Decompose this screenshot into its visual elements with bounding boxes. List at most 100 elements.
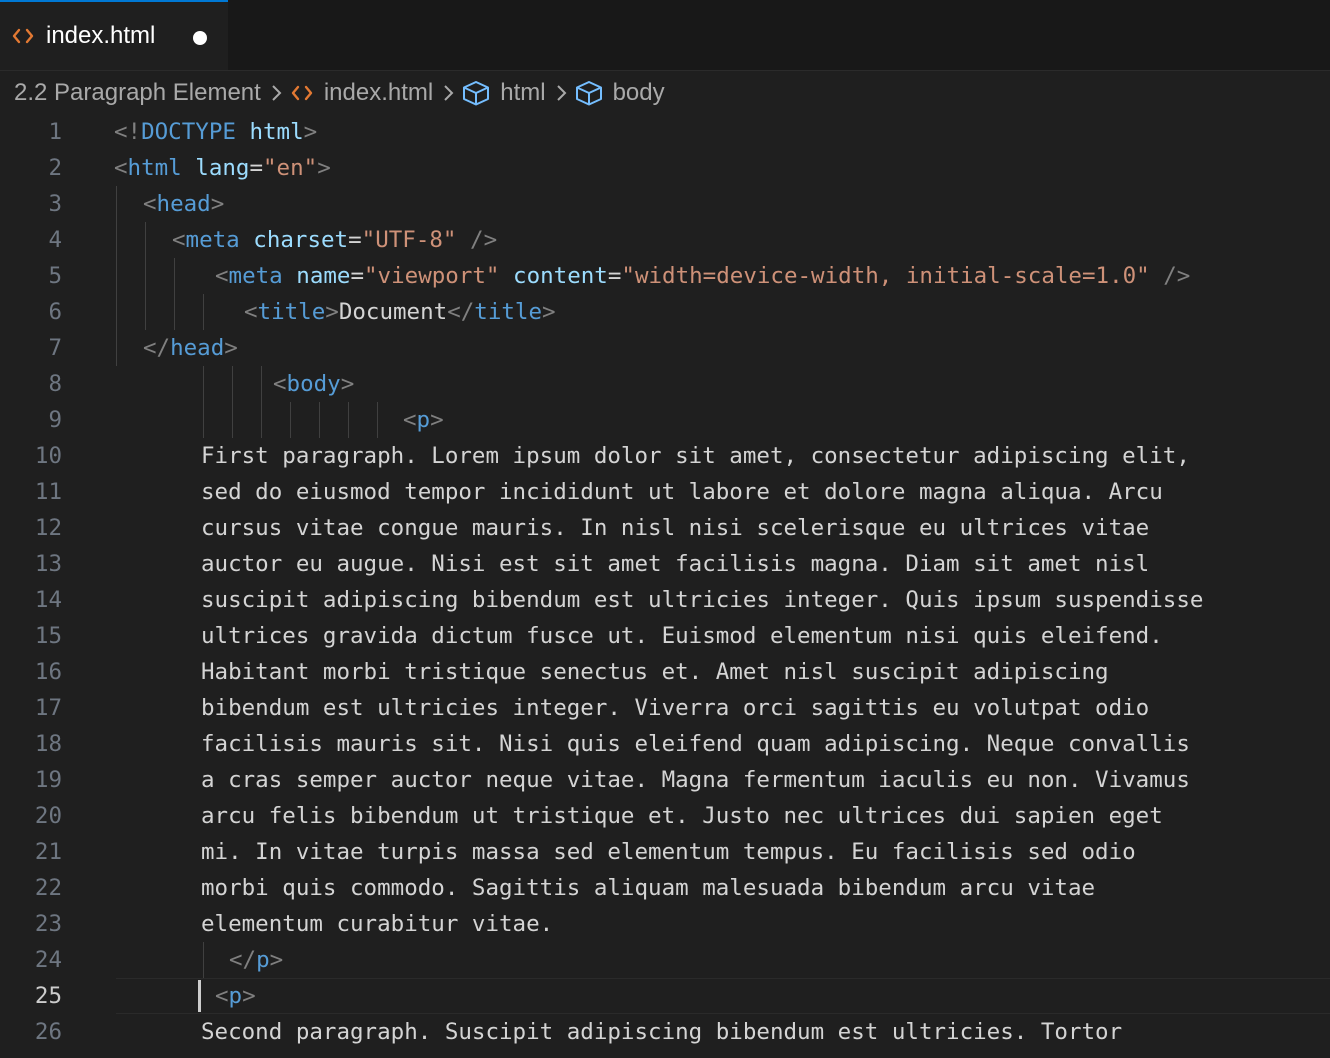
breadcrumb-html[interactable]: html bbox=[462, 79, 546, 107]
html-file-icon bbox=[12, 28, 34, 44]
breadcrumb-folder-label: 2.2 Paragraph Element bbox=[14, 79, 261, 106]
line-number[interactable]: 3 bbox=[0, 186, 62, 222]
line-number[interactable]: 23 bbox=[0, 906, 62, 942]
code-line[interactable]: 24 </p> bbox=[0, 942, 1330, 978]
line-number[interactable]: 16 bbox=[0, 654, 62, 690]
code-line[interactable]: 4 <meta charset="UTF-8" /> bbox=[0, 222, 1330, 258]
indent-guide bbox=[377, 402, 378, 438]
code-text: bibendum est ultricies integer. Viverra … bbox=[201, 695, 1150, 721]
code-line[interactable]: 22 morbi quis commodo. Sagittis aliquam m… bbox=[0, 870, 1330, 906]
code-text: suscipit adipiscing bibendum est ultrici… bbox=[201, 587, 1204, 613]
line-number[interactable]: 17 bbox=[0, 690, 62, 726]
indent-guide bbox=[203, 294, 204, 330]
indent-guide bbox=[174, 258, 175, 294]
code-text: ultrices gravida dictum fusce ut. Euismo… bbox=[201, 623, 1163, 649]
line-number[interactable]: 13 bbox=[0, 546, 62, 582]
current-line-highlight bbox=[116, 978, 1330, 1014]
code-line[interactable]: 5 <meta name="viewport" content="width=de… bbox=[0, 258, 1330, 294]
code-line[interactable]: 2 <html lang="en"> bbox=[0, 150, 1330, 186]
line-number[interactable]: 12 bbox=[0, 510, 62, 546]
indent-guide bbox=[348, 402, 349, 438]
code-line[interactable]: 20 arcu felis bibendum ut tristique et. J… bbox=[0, 798, 1330, 834]
code-line[interactable]: 7 </head> bbox=[0, 330, 1330, 366]
code-text: auctor eu augue. Nisi est sit amet facil… bbox=[201, 551, 1150, 577]
code-text: <body> bbox=[273, 371, 355, 397]
code-line[interactable]: 16 Habitant morbi tristique senectus et. … bbox=[0, 654, 1330, 690]
code-line[interactable]: 17 bibendum est ultricies integer. Viverr… bbox=[0, 690, 1330, 726]
line-number[interactable]: 1 bbox=[0, 114, 62, 150]
line-number[interactable]: 15 bbox=[0, 618, 62, 654]
line-number[interactable]: 10 bbox=[0, 438, 62, 474]
line-number[interactable]: 21 bbox=[0, 834, 62, 870]
line-number[interactable]: 9 bbox=[0, 402, 62, 438]
line-number[interactable]: 22 bbox=[0, 870, 62, 906]
breadcrumb-folder[interactable]: 2.2 Paragraph Element bbox=[14, 79, 261, 107]
line-number[interactable]: 8 bbox=[0, 366, 62, 402]
indent-guide bbox=[319, 402, 320, 438]
code-text: facilisis mauris sit. Nisi quis eleifend… bbox=[201, 731, 1190, 757]
code-text: <meta charset="UTF-8" /> bbox=[172, 227, 498, 253]
indent-guide bbox=[116, 186, 117, 222]
line-number[interactable]: 11 bbox=[0, 474, 62, 510]
code-text: sed do eiusmod tempor incididunt ut labo… bbox=[201, 479, 1163, 505]
indent-guide bbox=[203, 942, 204, 978]
code-line[interactable]: 18 facilisis mauris sit. Nisi quis eleife… bbox=[0, 726, 1330, 762]
code-line[interactable]: 1 <!DOCTYPE html> bbox=[0, 114, 1330, 150]
indent-guide bbox=[145, 294, 146, 330]
breadcrumb-body-label: body bbox=[612, 79, 665, 106]
code-editor[interactable]: 1 <!DOCTYPE html> 2 <html lang="en"> 3 <head>… bbox=[0, 114, 1330, 1058]
code-text: arcu felis bibendum ut tristique et. Jus… bbox=[201, 803, 1163, 829]
code-line[interactable]: 15 ultrices gravida dictum fusce ut. Euis… bbox=[0, 618, 1330, 654]
line-number[interactable]: 24 bbox=[0, 942, 62, 978]
code-line[interactable]: 19 a cras semper auctor neque vitae. Magn… bbox=[0, 762, 1330, 798]
indent-guide bbox=[174, 294, 175, 330]
code-line[interactable]: 9 <p> bbox=[0, 402, 1330, 438]
code-line[interactable]: 11 sed do eiusmod tempor incididunt ut la… bbox=[0, 474, 1330, 510]
breadcrumb: 2.2 Paragraph Element index.html html bo… bbox=[14, 76, 665, 110]
line-number[interactable]: 7 bbox=[0, 330, 62, 366]
code-line[interactable]: 26 Second paragraph. Suscipit adipiscing … bbox=[0, 1014, 1330, 1050]
line-number[interactable]: 20 bbox=[0, 798, 62, 834]
line-number[interactable]: 5 bbox=[0, 258, 62, 294]
code-text: <meta name="viewport" content="width=dev… bbox=[215, 263, 1191, 289]
html-file-icon bbox=[291, 85, 313, 101]
indent-guide bbox=[261, 366, 262, 402]
line-number[interactable]: 14 bbox=[0, 582, 62, 618]
breadcrumb-file[interactable]: index.html bbox=[290, 79, 433, 107]
line-number[interactable]: 19 bbox=[0, 762, 62, 798]
code-line[interactable]: 8 <body> bbox=[0, 366, 1330, 402]
code-line[interactable]: 25 <p> bbox=[0, 978, 1330, 1014]
breadcrumb-html-label: html bbox=[500, 79, 546, 106]
indent-guide bbox=[116, 222, 117, 258]
line-number[interactable]: 4 bbox=[0, 222, 62, 258]
code-line[interactable]: 3 <head> bbox=[0, 186, 1330, 222]
line-number[interactable]: 6 bbox=[0, 294, 62, 330]
breadcrumb-body[interactable]: body bbox=[575, 79, 665, 107]
code-line[interactable]: 10 First paragraph. Lorem ipsum dolor sit… bbox=[0, 438, 1330, 474]
code-line[interactable]: 23 elementum curabitur vitae. bbox=[0, 906, 1330, 942]
code-text: <p> bbox=[215, 983, 256, 1009]
indent-guide bbox=[261, 402, 262, 438]
code-text: <!DOCTYPE html> bbox=[114, 119, 318, 145]
code-line[interactable]: 6 <title>Document</title> bbox=[0, 294, 1330, 330]
code-line[interactable]: 13 auctor eu augue. Nisi est sit amet fac… bbox=[0, 546, 1330, 582]
indent-guide bbox=[232, 366, 233, 402]
line-number[interactable]: 26 bbox=[0, 1014, 62, 1050]
code-text: </head> bbox=[143, 335, 238, 361]
indent-guide bbox=[290, 402, 291, 438]
line-number[interactable]: 25 bbox=[0, 978, 62, 1014]
tab-label: index.html bbox=[46, 22, 156, 49]
code-line[interactable]: 14 suscipit adipiscing bibendum est ultri… bbox=[0, 582, 1330, 618]
code-line[interactable]: 21 mi. In vitae turpis massa sed elementu… bbox=[0, 834, 1330, 870]
code-text: <head> bbox=[143, 191, 225, 217]
indent-guide bbox=[232, 402, 233, 438]
code-text: mi. In vitae turpis massa sed elementum … bbox=[201, 839, 1136, 865]
line-number[interactable]: 18 bbox=[0, 726, 62, 762]
code-text: Habitant morbi tristique senectus et. Am… bbox=[201, 659, 1109, 685]
line-number[interactable]: 2 bbox=[0, 150, 62, 186]
unsaved-changes-icon[interactable] bbox=[193, 31, 207, 45]
code-line[interactable]: 12 cursus vitae congue mauris. In nisl ni… bbox=[0, 510, 1330, 546]
indent-guide bbox=[145, 222, 146, 258]
tab-index-html[interactable]: index.html bbox=[0, 0, 228, 70]
indent-guide bbox=[116, 330, 117, 366]
